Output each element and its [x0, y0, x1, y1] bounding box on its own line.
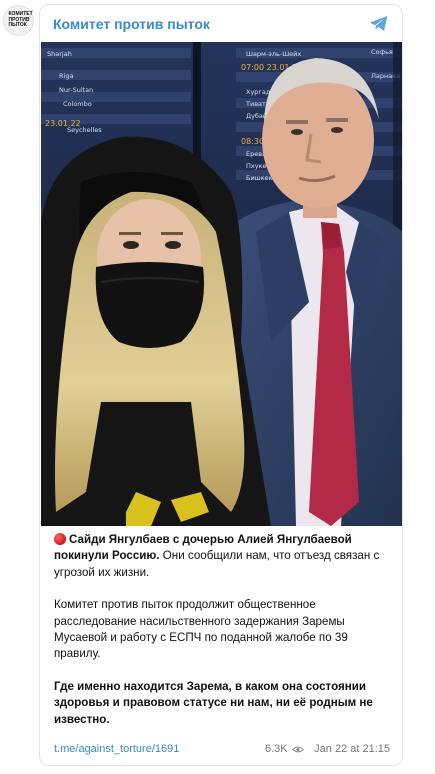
board-text-10: Дубай [246, 112, 267, 120]
post-link[interactable]: t.me/against_torture/1691 [54, 743, 179, 755]
post-header: Комитет против пыток [40, 5, 402, 42]
post-paragraph-3-bold: Где именно находится Зарема, в каком она… [54, 679, 373, 726]
board-text-14: Бишкек [246, 174, 273, 182]
board-text-6: Шарм-эль-Шейх [246, 50, 301, 58]
board-text-15: Софья [371, 48, 393, 56]
post-paragraph-1: Сайди Янгулбаев с дочерью Алией Янгулбае… [54, 532, 394, 581]
views-count: 6.3K [265, 743, 288, 755]
channel-name-link[interactable]: Комитет против пыток [53, 16, 210, 32]
red-circle-icon [54, 533, 66, 545]
post-photo[interactable]: Sharjah Riga Nur-Sultan Colombo Seychell… [41, 42, 402, 526]
board-text-9: Тиват [245, 100, 266, 108]
post-date[interactable]: Jan 22 at 21:15 [314, 743, 390, 755]
post-text: Сайди Янгулбаев с дочерью Алией Янгулбае… [54, 532, 394, 744]
channel-avatar[interactable]: КОМИТЕТ ПРОТИВ ПЫТОК [3, 5, 34, 36]
post-footer: t.me/against_torture/1691 6.3K Jan 22 at… [54, 743, 390, 759]
board-text-3: Colombo [63, 100, 92, 108]
board-text-5: 23.01.22 [45, 119, 81, 128]
board-text-2: Nur-Sultan [59, 86, 93, 94]
board-text-0: Sharjah [47, 50, 72, 58]
eye-icon [291, 746, 304, 752]
avatar-line-3: ПЫТОК [8, 22, 27, 29]
telegram-icon[interactable] [369, 15, 389, 32]
post-paragraph-3: Где именно находится Зарема, в каком она… [54, 679, 394, 728]
post-paragraph-2: Комитет против пыток продолжит обществен… [54, 598, 348, 661]
board-text-1: Riga [59, 72, 73, 80]
views-counter: 6.3K [265, 743, 304, 755]
post-card: Комитет против пыток Sharjah Riga Nur-Su… [39, 4, 403, 766]
